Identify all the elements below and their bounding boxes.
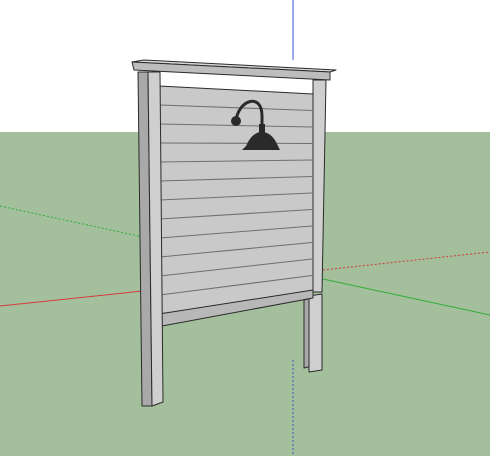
modeling-viewport[interactable]	[0, 0, 490, 456]
3d-scene[interactable]	[0, 0, 490, 456]
board-seam-line	[159, 142, 313, 144]
right-front-leg	[308, 293, 323, 373]
